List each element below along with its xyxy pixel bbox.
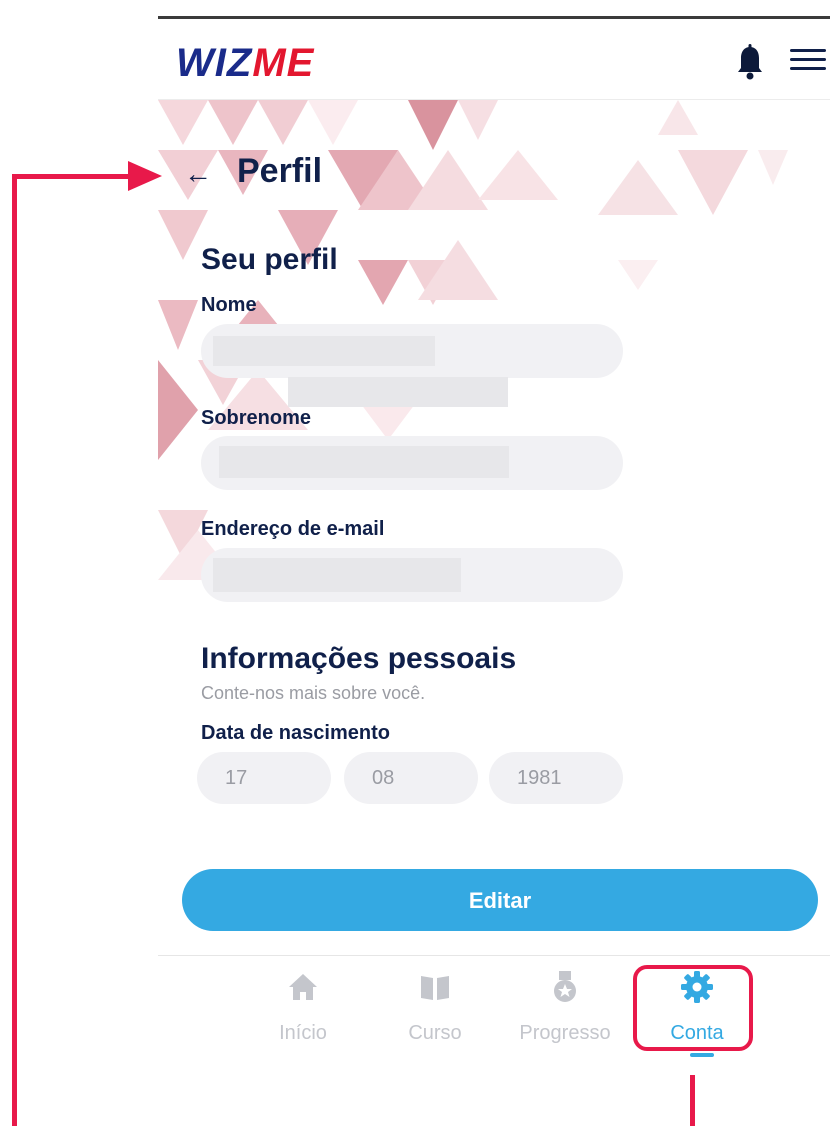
annotation-highlight-box [633,965,753,1051]
edit-button[interactable]: Editar [182,869,818,931]
redacted-value [213,558,461,592]
first-name-field[interactable] [201,324,623,378]
last-name-label: Sobrenome [201,407,312,429]
annotation-line-vertical [12,175,17,1126]
hamburger-menu-icon[interactable] [788,43,828,77]
personal-info-heading: Informações pessoais [201,642,517,675]
birth-year-field[interactable]: 1981 [489,752,623,804]
birth-date-label: Data de nascimento [201,722,390,744]
medal-icon [554,971,576,1002]
back-arrow-icon[interactable]: ← [184,158,212,190]
annotation-line-conta [690,1075,695,1126]
redacted-value [213,336,435,366]
nav-item-curso[interactable]: Curso [380,970,490,1045]
first-name-label: Nome [201,294,257,316]
app-header: WIZME [158,19,830,100]
nav-label: Início [279,1022,327,1044]
annotation-line-horizontal [12,174,132,179]
nav-item-inicio[interactable]: Início [248,970,358,1045]
nav-item-progresso[interactable]: Progresso [510,970,620,1045]
bell-icon[interactable] [736,44,764,80]
annotation-arrow-head [128,161,162,191]
active-tab-indicator [690,1053,714,1057]
birth-day-field[interactable]: 17 [197,752,331,804]
last-name-field[interactable] [201,436,623,490]
wizme-logo[interactable]: WIZME [176,41,314,86]
nav-label: Curso [408,1022,462,1044]
redacted-value [219,446,509,478]
personal-info-subtitle: Conte-nos mais sobre você. [201,683,426,703]
home-icon [289,974,317,1000]
bottom-nav-divider [158,955,830,956]
redacted-block [288,377,508,407]
birth-month-field[interactable]: 08 [344,752,478,804]
profile-section-heading: Seu perfil [201,243,338,276]
email-field[interactable] [201,548,623,602]
nav-label: Progresso [519,1022,611,1044]
page-title: Perfil [237,152,323,190]
email-label: Endereço de e-mail [201,518,385,540]
book-icon [421,976,449,1000]
